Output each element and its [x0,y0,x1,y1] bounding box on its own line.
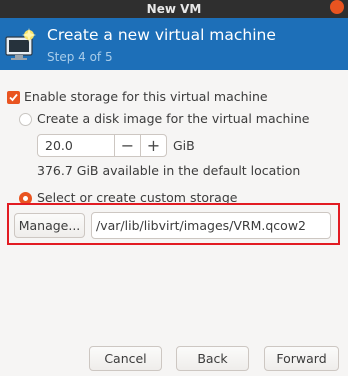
cancel-button[interactable]: Cancel [89,346,162,371]
size-unit-label: GiB [173,138,195,153]
step-indicator: Step 4 of 5 [47,50,113,64]
disk-size-value[interactable]: 20.0 [45,138,73,154]
enable-storage-checkbox[interactable] [7,91,20,104]
new-vm-icon [5,27,37,61]
disk-size-spinbox[interactable]: 20.0 − + [37,134,167,157]
disk-image-label[interactable]: Create a disk image for the virtual mach… [37,111,310,127]
title-bar: New VM [0,0,348,18]
increase-size-button[interactable]: + [140,135,166,156]
header-banner: Create a new virtual machine Step 4 of 5 [0,18,348,70]
back-button[interactable]: Back [176,346,249,371]
disk-image-radio[interactable] [19,113,32,126]
forward-button[interactable]: Forward [264,346,339,371]
decrease-size-button[interactable]: − [114,135,140,156]
banner-title: Create a new virtual machine [47,26,276,44]
close-button[interactable] [330,0,344,14]
window-title: New VM [146,2,202,16]
checkmark-icon [9,93,18,102]
available-space-text: 376.7 GiB available in the default locat… [37,163,301,178]
enable-storage-label[interactable]: Enable storage for this virtual machine [24,89,268,105]
annotation-highlight-box [7,203,340,245]
